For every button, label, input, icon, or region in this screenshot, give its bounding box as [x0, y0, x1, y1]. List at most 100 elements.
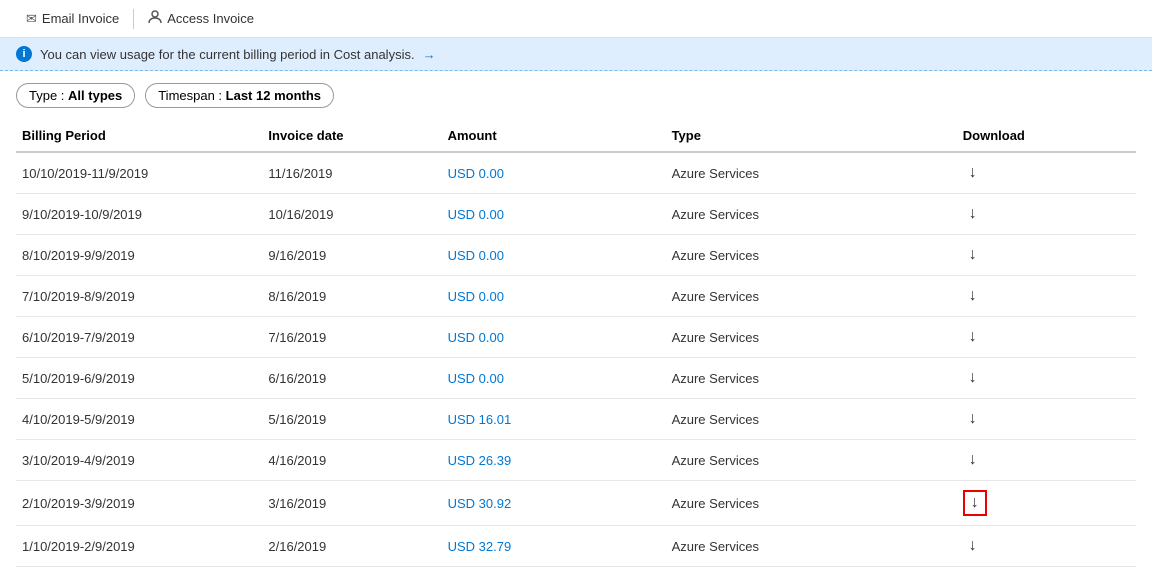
- col-header-amount: Amount: [442, 120, 666, 152]
- type-filter[interactable]: Type : All types: [16, 83, 135, 108]
- table-row: 5/10/2019-6/9/20196/16/2019 USD 0.00 Azure…: [16, 358, 1136, 399]
- cell-download[interactable]: ↓: [957, 481, 1136, 526]
- cell-download[interactable]: ↓: [957, 358, 1136, 399]
- cell-invoice-date: 4/16/2019: [262, 440, 441, 481]
- col-header-download: Download: [957, 120, 1136, 152]
- timespan-filter-label: Timespan : Last 12 months: [158, 88, 321, 103]
- amount-link[interactable]: USD 0.00: [448, 207, 504, 222]
- cell-billing-period: 5/10/2019-6/9/2019: [16, 358, 262, 399]
- table-row: 9/10/2019-10/9/201910/16/2019USD 0.00Azu…: [16, 194, 1136, 235]
- cell-invoice-date: 11/16/2019: [262, 152, 441, 194]
- cell-download[interactable]: ↓: [957, 317, 1136, 358]
- info-banner: i You can view usage for the current bil…: [0, 38, 1152, 71]
- table-row: 10/10/2019-11/9/201911/16/2019 USD 0.00 Az…: [16, 152, 1136, 194]
- cell-billing-period: 1/10/2019-2/9/2019: [16, 526, 262, 567]
- cell-amount[interactable]: USD 16.01: [442, 399, 666, 440]
- cell-billing-period: 6/10/2019-7/9/2019: [16, 317, 262, 358]
- cell-billing-period: 7/10/2019-8/9/2019: [16, 276, 262, 317]
- type-filter-label: Type : All types: [29, 88, 122, 103]
- cell-type: Azure Services: [666, 440, 957, 481]
- cell-invoice-date: 3/16/2019: [262, 481, 441, 526]
- col-header-billing: Billing Period: [16, 120, 262, 152]
- cell-invoice-date: 6/16/2019: [262, 358, 441, 399]
- cell-invoice-date: 7/16/2019: [262, 317, 441, 358]
- cell-type: Azure Services: [666, 481, 957, 526]
- table-row: 2/10/2019-3/9/20193/16/2019 USD 30.92 Azur…: [16, 481, 1136, 526]
- amount-link[interactable]: USD 0.00: [448, 330, 504, 345]
- invoices-table: Billing Period Invoice date Amount Type …: [16, 120, 1136, 567]
- filters-bar: Type : All types Timespan : Last 12 mont…: [0, 71, 1152, 120]
- amount-link[interactable]: USD 32.79: [448, 539, 512, 554]
- cell-type: Azure Services: [666, 317, 957, 358]
- timespan-filter[interactable]: Timespan : Last 12 months: [145, 83, 334, 108]
- cell-type: Azure Services: [666, 194, 957, 235]
- cell-billing-period: 8/10/2019-9/9/2019: [16, 235, 262, 276]
- amount-link[interactable]: USD 26.39: [448, 453, 512, 468]
- info-icon: i: [16, 46, 32, 62]
- download-button[interactable]: ↓: [963, 408, 983, 430]
- table-row: 3/10/2019-4/9/20194/16/2019 USD 26.39 Azur…: [16, 440, 1136, 481]
- cell-type: Azure Services: [666, 276, 957, 317]
- email-invoice-label: Email Invoice: [42, 11, 119, 26]
- amount-link[interactable]: USD 0.00: [448, 166, 504, 181]
- cell-amount[interactable]: USD 0.00: [442, 358, 666, 399]
- table-row: 4/10/2019-5/9/20195/16/2019 USD 16.01 Azur…: [16, 399, 1136, 440]
- banner-text: You can view usage for the current billi…: [40, 47, 415, 62]
- cell-amount[interactable]: USD 32.79: [442, 526, 666, 567]
- cell-invoice-date: 2/16/2019: [262, 526, 441, 567]
- cell-amount[interactable]: USD 0.00: [442, 194, 666, 235]
- download-button[interactable]: ↓: [963, 326, 983, 348]
- cell-amount[interactable]: USD 0.00: [442, 235, 666, 276]
- download-button[interactable]: ↓: [963, 203, 983, 225]
- cell-download[interactable]: ↓: [957, 194, 1136, 235]
- cell-download[interactable]: ↓: [957, 399, 1136, 440]
- download-button[interactable]: ↓: [963, 244, 983, 266]
- toolbar-separator: [133, 9, 134, 29]
- email-invoice-button[interactable]: ✉ Email Invoice: [16, 7, 129, 31]
- cell-amount[interactable]: USD 30.92: [442, 481, 666, 526]
- banner-link[interactable]: →: [423, 47, 436, 62]
- cell-download[interactable]: ↓: [957, 235, 1136, 276]
- cell-billing-period: 10/10/2019-11/9/2019: [16, 152, 262, 194]
- amount-link[interactable]: USD 30.92: [448, 496, 512, 511]
- cell-billing-period: 3/10/2019-4/9/2019: [16, 440, 262, 481]
- col-header-type: Type: [666, 120, 957, 152]
- download-button[interactable]: ↓: [963, 490, 987, 516]
- download-button[interactable]: ↓: [963, 367, 983, 389]
- cell-download[interactable]: ↓: [957, 440, 1136, 481]
- amount-link[interactable]: USD 0.00: [448, 289, 504, 304]
- access-invoice-label: Access Invoice: [167, 11, 254, 26]
- cell-invoice-date: 5/16/2019: [262, 399, 441, 440]
- access-invoice-button[interactable]: Access Invoice: [138, 6, 264, 31]
- cell-invoice-date: 8/16/2019: [262, 276, 441, 317]
- amount-link[interactable]: USD 0.00: [448, 371, 504, 386]
- toolbar: ✉ Email Invoice Access Invoice: [0, 0, 1152, 38]
- table-row: 7/10/2019-8/9/20198/16/2019 USD 0.00 Azure…: [16, 276, 1136, 317]
- cell-invoice-date: 9/16/2019: [262, 235, 441, 276]
- col-header-invoice-date: Invoice date: [262, 120, 441, 152]
- amount-link[interactable]: USD 0.00: [448, 248, 504, 263]
- cell-type: Azure Services: [666, 235, 957, 276]
- download-button[interactable]: ↓: [963, 449, 983, 471]
- cell-amount[interactable]: USD 26.39: [442, 440, 666, 481]
- cell-amount[interactable]: USD 0.00: [442, 317, 666, 358]
- invoices-table-container: Billing Period Invoice date Amount Type …: [0, 120, 1152, 567]
- download-button[interactable]: ↓: [963, 162, 983, 184]
- amount-link[interactable]: USD 16.01: [448, 412, 512, 427]
- table-row: 8/10/2019-9/9/20199/16/2019 USD 0.00 Azure…: [16, 235, 1136, 276]
- cell-billing-period: 2/10/2019-3/9/2019: [16, 481, 262, 526]
- cell-download[interactable]: ↓: [957, 526, 1136, 567]
- cell-billing-period: 4/10/2019-5/9/2019: [16, 399, 262, 440]
- cell-type: Azure Services: [666, 152, 957, 194]
- cell-type: Azure Services: [666, 399, 957, 440]
- cell-amount[interactable]: USD 0.00: [442, 276, 666, 317]
- cell-download[interactable]: ↓: [957, 152, 1136, 194]
- email-icon: ✉: [26, 11, 37, 27]
- table-header: Billing Period Invoice date Amount Type …: [16, 120, 1136, 152]
- download-button[interactable]: ↓: [963, 285, 983, 307]
- cell-type: Azure Services: [666, 358, 957, 399]
- cell-download[interactable]: ↓: [957, 276, 1136, 317]
- cell-amount[interactable]: USD 0.00: [442, 152, 666, 194]
- download-button[interactable]: ↓: [963, 535, 983, 557]
- access-icon: [148, 10, 162, 27]
